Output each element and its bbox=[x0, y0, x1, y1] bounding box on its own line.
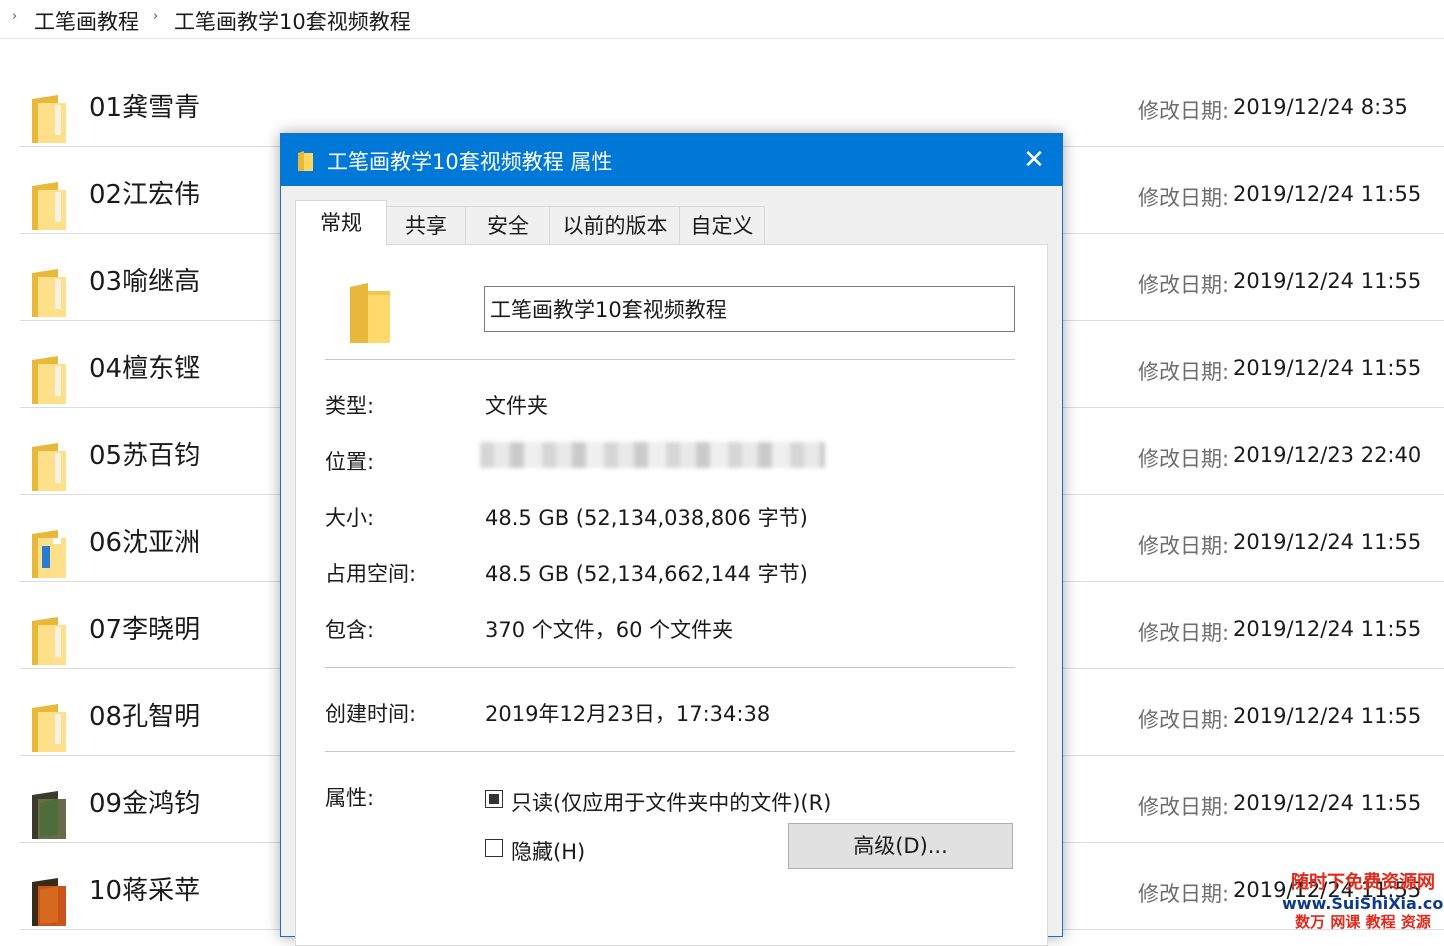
folder-icon bbox=[28, 441, 70, 493]
modified-label: 修改日期: bbox=[1138, 708, 1230, 732]
advanced-button[interactable]: 高级(D)... bbox=[788, 823, 1013, 869]
disk-size-value: 48.5 GB (52,134,662,144 字节) bbox=[485, 562, 808, 586]
folder-icon bbox=[28, 702, 70, 754]
breadcrumb-item-1[interactable]: 工笔画教程 bbox=[34, 6, 139, 36]
dialog-titlebar[interactable]: 工笔画教学10套视频教程 属性 ✕ bbox=[281, 134, 1062, 186]
divider bbox=[325, 359, 1015, 360]
modified-label: 修改日期: bbox=[1138, 186, 1230, 210]
modified-date: 2019/12/24 11:55 bbox=[1233, 617, 1422, 641]
disk-size-label: 占用空间: bbox=[325, 562, 417, 586]
modified-date: 2019/12/24 11:55 bbox=[1233, 356, 1422, 380]
chevron-right-icon[interactable]: › bbox=[12, 9, 17, 24]
contains-label: 包含: bbox=[325, 618, 375, 642]
folder-icon bbox=[28, 180, 70, 232]
folder-name: 04檀东铿 bbox=[89, 354, 201, 384]
folder-name: 02江宏伟 bbox=[89, 180, 201, 210]
folder-icon bbox=[28, 789, 70, 841]
modified-date: 2019/12/24 11:55 bbox=[1233, 791, 1422, 815]
folder-name: 01龚雪青 bbox=[89, 93, 201, 123]
folder-icon bbox=[28, 267, 70, 319]
size-label: 大小: bbox=[325, 506, 375, 530]
folder-name: 07李晓明 bbox=[89, 615, 201, 645]
folder-icon bbox=[28, 615, 70, 667]
folder-icon bbox=[28, 528, 70, 580]
divider bbox=[325, 667, 1015, 668]
tab-sharing[interactable]: 共享 bbox=[385, 206, 467, 245]
folder-icon bbox=[28, 876, 70, 928]
divider bbox=[325, 751, 1015, 752]
created-value: 2019年12月23日，17:34:38 bbox=[485, 702, 771, 726]
modified-label: 修改日期: bbox=[1138, 99, 1230, 123]
folder-icon bbox=[350, 283, 390, 343]
modified-label: 修改日期: bbox=[1138, 447, 1230, 471]
modified-label: 修改日期: bbox=[1138, 621, 1230, 645]
modified-date: 2019/12/23 22:40 bbox=[1233, 443, 1422, 467]
breadcrumb: › 工笔画教程 › 工笔画教学10套视频教程 bbox=[0, 0, 1444, 39]
location-value-redacted bbox=[480, 442, 825, 468]
modified-date: 2019/12/24 11:55 bbox=[1233, 530, 1422, 554]
dialog-title: 工笔画教学10套视频教程 属性 bbox=[327, 150, 613, 174]
folder-name: 10蒋采苹 bbox=[89, 876, 201, 906]
type-label: 类型: bbox=[325, 394, 375, 418]
type-value: 文件夹 bbox=[485, 394, 548, 418]
modified-date: 2019/12/24 11:55 bbox=[1233, 269, 1422, 293]
contains-value: 370 个文件，60 个文件夹 bbox=[485, 618, 734, 642]
watermark-line-1: 随时下免费资源网 bbox=[1291, 872, 1435, 893]
general-panel: 类型: 文件夹 位置: 大小: 48.5 GB (52,134,038,806 … bbox=[295, 244, 1048, 946]
modified-label: 修改日期: bbox=[1138, 534, 1230, 558]
location-label: 位置: bbox=[325, 450, 375, 474]
folder-name: 08孔智明 bbox=[89, 702, 201, 732]
modified-label: 修改日期: bbox=[1138, 882, 1230, 906]
folder-icon bbox=[28, 354, 70, 406]
folder-icon bbox=[298, 151, 313, 171]
tab-security[interactable]: 安全 bbox=[465, 206, 551, 245]
watermark: 随时下免费资源网 www.SuiShiXia.com 数万 网课 教程 资源 bbox=[1282, 872, 1444, 935]
modified-date: 2019/12/24 11:55 bbox=[1233, 182, 1422, 206]
size-value: 48.5 GB (52,134,038,806 字节) bbox=[485, 506, 808, 530]
hidden-label[interactable]: 隐藏(H) bbox=[511, 836, 585, 866]
tab-customize[interactable]: 自定义 bbox=[679, 206, 765, 245]
indeterminate-mark bbox=[489, 794, 499, 804]
tab-general[interactable]: 常规 bbox=[295, 200, 387, 246]
folder-icon bbox=[28, 93, 70, 145]
readonly-checkbox[interactable] bbox=[485, 790, 503, 808]
readonly-label[interactable]: 只读(仅应用于文件夹中的文件)(R) bbox=[511, 787, 831, 817]
folder-name: 09金鸿钧 bbox=[89, 789, 201, 819]
modified-label: 修改日期: bbox=[1138, 795, 1230, 819]
created-label: 创建时间: bbox=[325, 702, 417, 726]
close-icon[interactable]: ✕ bbox=[1018, 144, 1050, 176]
hidden-checkbox[interactable] bbox=[485, 839, 503, 857]
folder-name: 05苏百钧 bbox=[89, 441, 201, 471]
modified-label: 修改日期: bbox=[1138, 360, 1230, 384]
folder-name-input[interactable] bbox=[484, 286, 1015, 332]
modified-date: 2019/12/24 8:35 bbox=[1233, 95, 1408, 119]
folder-name: 06沈亚洲 bbox=[89, 528, 201, 558]
watermark-line-3: 数万 网课 教程 资源 bbox=[1295, 913, 1431, 931]
modified-label: 修改日期: bbox=[1138, 273, 1230, 297]
properties-dialog: 工笔画教学10套视频教程 属性 ✕ 常规 共享 安全 以前的版本 自定义 类型:… bbox=[280, 133, 1063, 946]
chevron-right-icon[interactable]: › bbox=[153, 9, 158, 24]
watermark-line-2: www.SuiShiXia.com bbox=[1282, 894, 1444, 913]
attributes-label: 属性: bbox=[325, 786, 375, 810]
modified-date: 2019/12/24 11:55 bbox=[1233, 704, 1422, 728]
tab-previous-versions[interactable]: 以前的版本 bbox=[549, 206, 681, 245]
folder-name: 03喻继高 bbox=[89, 267, 201, 297]
breadcrumb-item-2[interactable]: 工笔画教学10套视频教程 bbox=[174, 6, 411, 36]
